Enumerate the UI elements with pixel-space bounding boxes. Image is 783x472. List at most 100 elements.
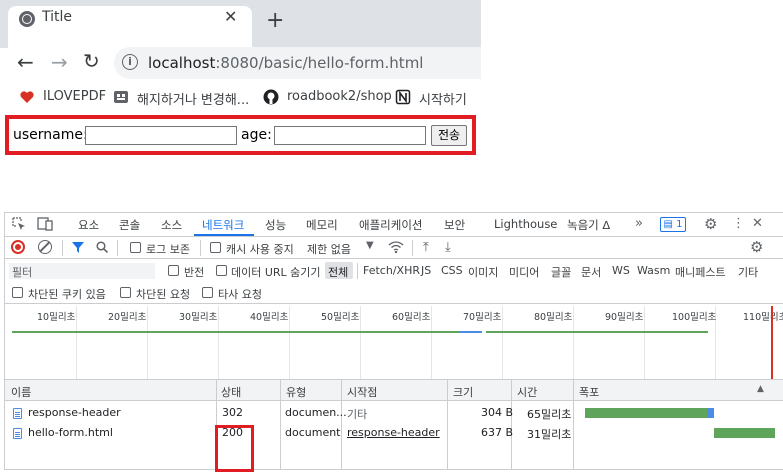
sort-up-icon[interactable]: ▲	[757, 384, 764, 394]
settings-gear-icon[interactable]: ⚙	[704, 215, 717, 233]
filter-type-doc[interactable]: 문서	[581, 264, 601, 280]
notion-icon	[395, 89, 411, 105]
inspect-icon[interactable]	[12, 217, 26, 231]
tab-network[interactable]: 네트워크	[202, 217, 244, 233]
download-icon[interactable]: ⤓	[445, 240, 451, 255]
bookmark-roadbook[interactable]: roadbook2/shop	[287, 89, 392, 104]
column-header-initiator[interactable]: 시작점	[347, 384, 377, 400]
submit-button[interactable]: 전송	[431, 125, 467, 146]
waterfall-bar	[585, 408, 707, 418]
filter-type-fetch[interactable]: Fetch/XHR	[363, 264, 420, 277]
timeline-label: 70밀리초	[463, 312, 502, 323]
filter-type-all[interactable]: 전체	[328, 264, 348, 280]
column-header-type[interactable]: 유형	[286, 384, 306, 400]
filter-type-js[interactable]: JS	[421, 264, 431, 277]
divider	[357, 263, 358, 279]
tab-application[interactable]: 애플리케이션	[359, 217, 422, 233]
waterfall-bar	[714, 428, 775, 438]
third-party-checkbox[interactable]	[202, 287, 213, 298]
more-tabs-icon[interactable]: »	[635, 216, 643, 231]
back-arrow-icon[interactable]: ←	[17, 50, 34, 74]
grid-line	[502, 306, 503, 379]
active-tab-indicator	[194, 234, 254, 236]
preserve-log-label: 로그 보존	[146, 243, 190, 256]
filter-type-media[interactable]: 미디어	[509, 264, 539, 280]
hide-data-urls-checkbox[interactable]	[216, 265, 227, 276]
search-icon[interactable]	[96, 241, 108, 253]
wifi-icon[interactable]	[388, 240, 404, 254]
filter-funnel-icon[interactable]	[72, 241, 84, 253]
bookmark-ilovepdf[interactable]: ILOVEPDF	[43, 89, 106, 104]
info-icon[interactable]: i	[122, 54, 138, 70]
timeline-label: 20밀리초	[108, 312, 147, 323]
record-icon[interactable]	[11, 240, 25, 254]
message-count: 1	[676, 219, 683, 230]
grid-line	[644, 306, 645, 379]
close-devtools-icon[interactable]: ✕	[752, 216, 763, 231]
message-badge[interactable]: ▤ 1	[660, 217, 686, 232]
tab-performance[interactable]: 성능	[265, 217, 286, 233]
column-header-size[interactable]: 크기	[453, 384, 473, 400]
timeline-label: 30밀리초	[179, 312, 218, 323]
document-icon	[13, 408, 22, 419]
third-party-label: 타사 요청	[218, 288, 262, 301]
request-status: 302	[222, 406, 243, 419]
tab-lighthouse[interactable]: Lighthouse	[494, 217, 557, 231]
filter-type-css[interactable]: CSS	[441, 264, 463, 277]
url-text[interactable]: localhost:8080/basic/hello-form.html	[148, 54, 423, 72]
throttle-select[interactable]: 제한 없음	[307, 241, 351, 257]
request-time: 65밀리초	[527, 408, 572, 421]
github-icon	[263, 89, 279, 105]
age-input[interactable]	[274, 126, 426, 145]
filter-type-ws[interactable]: WS	[612, 264, 630, 277]
waterfall-bar	[707, 408, 714, 418]
request-table-header	[5, 380, 783, 401]
blocked-requests-checkbox[interactable]	[120, 287, 131, 298]
column-header-time[interactable]: 시간	[517, 384, 537, 400]
invert-checkbox[interactable]	[168, 265, 179, 276]
filter-type-font[interactable]: 글꼴	[551, 264, 571, 280]
filter-type-img[interactable]: 이미지	[468, 264, 498, 280]
preserve-log-checkbox[interactable]	[130, 242, 141, 253]
bookmark-start[interactable]: 시작하기	[419, 89, 467, 108]
reload-icon[interactable]: ↻	[83, 49, 100, 73]
column-header-name[interactable]: 이름	[11, 384, 31, 400]
username-input[interactable]	[85, 126, 237, 145]
clear-icon[interactable]	[38, 240, 52, 254]
tab-sources[interactable]: 소스	[161, 217, 182, 233]
column-header-status[interactable]: 상태	[221, 384, 241, 400]
column-header-waterfall[interactable]: 폭포	[579, 384, 599, 400]
new-tab-button[interactable]: +	[266, 10, 284, 32]
request-name[interactable]: hello-form.html	[28, 426, 113, 439]
divider	[117, 240, 118, 256]
tab-recorder[interactable]: 녹음기 ᐃ	[567, 217, 610, 233]
filter-type-other[interactable]: 기타	[738, 264, 758, 280]
request-name[interactable]: response-header	[28, 406, 121, 419]
disable-cache-checkbox[interactable]	[210, 242, 221, 253]
blocked-cookies-checkbox[interactable]	[12, 287, 23, 298]
timeline-bar	[486, 331, 708, 333]
bookmark-cancel[interactable]: 해지하거나 변경해...	[137, 89, 249, 108]
request-size: 304 B	[481, 406, 514, 419]
tab-elements[interactable]: 요소	[78, 217, 99, 233]
filter-type-wasm[interactable]: Wasm	[637, 264, 670, 277]
device-toggle-icon[interactable]	[37, 217, 53, 231]
grid-line	[360, 306, 361, 379]
tab-security[interactable]: 보안	[444, 217, 465, 233]
network-settings-gear-icon[interactable]: ⚙	[750, 238, 763, 256]
more-options-icon[interactable]: ⋮	[732, 216, 745, 231]
tab-memory[interactable]: 메모리	[306, 217, 338, 233]
document-icon	[13, 428, 22, 439]
tab-console[interactable]: 콘솔	[119, 217, 140, 233]
request-initiator-link[interactable]: response-header	[347, 426, 440, 439]
globe-icon	[19, 11, 35, 27]
timeline-bar	[460, 331, 482, 333]
request-size: 637 B	[481, 426, 514, 439]
timeline-label: 90밀리초	[605, 312, 644, 323]
timeline-label: 40밀리초	[250, 312, 289, 323]
close-tab-icon[interactable]: ✕	[224, 7, 237, 26]
chevron-down-icon[interactable]: ▼	[366, 240, 374, 251]
upload-icon[interactable]: ⤒	[423, 240, 429, 255]
forward-arrow-icon[interactable]: →	[51, 50, 68, 74]
filter-type-manifest[interactable]: 매니페스트	[675, 264, 726, 280]
